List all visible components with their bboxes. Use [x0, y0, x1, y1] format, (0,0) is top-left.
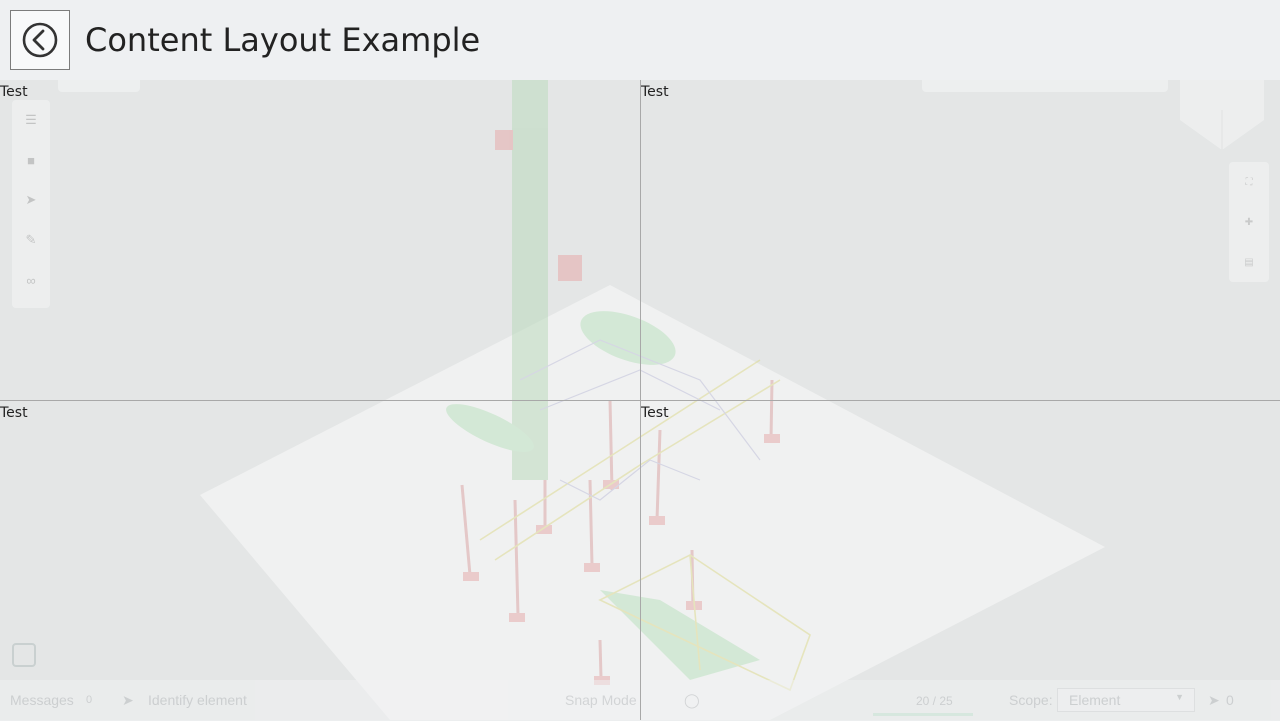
- cell-label: Test: [0, 405, 28, 421]
- horizontal-divider[interactable]: [0, 400, 1280, 401]
- layout-cell-top-right: Test: [641, 80, 1280, 400]
- cell-label: Test: [641, 84, 669, 100]
- chevron-left-circle-icon: [22, 22, 58, 58]
- layout-cell-top-left: Test: [0, 80, 640, 400]
- header-bar: Content Layout Example: [0, 0, 1280, 80]
- page-title: Content Layout Example: [85, 21, 481, 59]
- layout-cell-bottom-left: Test: [0, 401, 640, 721]
- content-layout-grid: Test Test Test Test: [0, 80, 1280, 720]
- cell-label: Test: [641, 405, 669, 421]
- layout-cell-bottom-right: Test: [641, 401, 1280, 721]
- cell-label: Test: [0, 84, 28, 100]
- back-button[interactable]: [10, 10, 70, 70]
